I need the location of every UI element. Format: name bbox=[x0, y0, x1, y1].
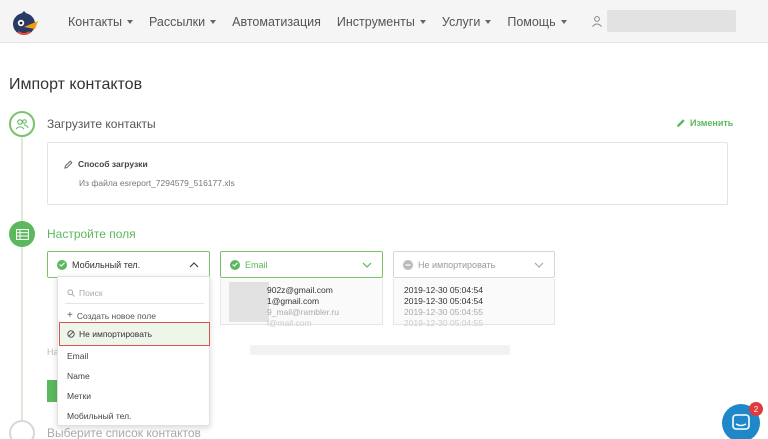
step-upload-icon bbox=[9, 111, 35, 137]
field-select-email-value: Email bbox=[245, 259, 268, 270]
top-navbar: Контакты Рассылки Автоматизация Инструме… bbox=[0, 0, 768, 43]
sample-value: 2019-12-30 05:04:55 bbox=[404, 307, 483, 317]
nav-services-label: Услуги bbox=[441, 14, 481, 29]
nav-contacts-label: Контакты bbox=[68, 14, 122, 29]
nav-campaigns-label: Рассылки bbox=[149, 14, 206, 29]
upload-method-title: Способ загрузки bbox=[64, 159, 148, 169]
upload-method-label: Способ загрузки bbox=[78, 159, 148, 169]
search-placeholder: Поиск bbox=[79, 287, 103, 298]
plus-icon: + bbox=[67, 310, 73, 321]
chevron-down-icon bbox=[485, 20, 492, 24]
chevron-down-icon bbox=[127, 20, 133, 24]
sample-value: 1@gmail.com bbox=[267, 296, 320, 306]
pencil-icon bbox=[64, 160, 73, 169]
logo-icon[interactable] bbox=[8, 7, 40, 37]
sample-value: 2019-12-30 05:04:54 bbox=[404, 285, 483, 295]
page-title: Импорт контактов bbox=[9, 76, 143, 93]
chat-unread-badge: 2 bbox=[749, 402, 763, 416]
sample-value: l@mail.com bbox=[267, 318, 312, 328]
field-select-skip-value: Не импортировать bbox=[418, 259, 496, 270]
chevron-up-icon bbox=[189, 262, 199, 268]
search-icon bbox=[67, 288, 75, 297]
nav-tools-label: Инструменты bbox=[336, 14, 415, 29]
sample-value: 902z@gmail.com bbox=[267, 285, 333, 295]
nav-automation[interactable]: Автоматизация bbox=[232, 15, 321, 29]
step-list-label: Выберите список контактов bbox=[47, 426, 201, 439]
sample-value: 2019-12-30 05:04:54 bbox=[404, 296, 483, 306]
block-icon bbox=[67, 330, 75, 338]
sample-value: 2019-12-30 05:04:55 bbox=[404, 318, 483, 328]
field-select-mobile-value: Мобильный тел. bbox=[72, 259, 141, 270]
no-import-label: Не импортировать bbox=[79, 329, 153, 339]
edit-upload-button[interactable]: Изменить bbox=[676, 118, 733, 128]
pencil-icon bbox=[677, 119, 685, 127]
faded-background-row bbox=[250, 345, 510, 355]
nav-automation-label: Автоматизация bbox=[232, 14, 321, 29]
upload-file-name: Из файла esreport_7294579_516177.xls bbox=[79, 178, 235, 188]
edit-upload-label: Изменить bbox=[690, 118, 734, 128]
field-select-mobile[interactable]: Мобильный тел. bbox=[47, 251, 210, 278]
chevron-down-icon bbox=[534, 262, 544, 268]
dropdown-option[interactable]: Email bbox=[67, 351, 88, 361]
masked-sample-area bbox=[229, 282, 269, 322]
chevron-down-icon bbox=[419, 20, 426, 24]
upload-summary-card: Способ загрузки Из файла esreport_729457… bbox=[47, 142, 728, 205]
create-field-label: Создать новое поле bbox=[76, 310, 156, 321]
step-fields-label: Настройте поля bbox=[47, 227, 136, 241]
sample-column-skip: 2019-12-30 05:04:54 2019-12-30 05:04:54 … bbox=[393, 279, 555, 328]
chevron-down-icon bbox=[560, 20, 567, 24]
step-upload-label: Загрузите контакты bbox=[47, 117, 156, 131]
table-icon bbox=[15, 228, 29, 240]
field-select-skip[interactable]: Не импортировать bbox=[393, 251, 555, 278]
create-field-option[interactable]: + Создать новое поле bbox=[67, 310, 156, 321]
nav-contacts[interactable]: Контакты bbox=[68, 15, 133, 29]
step-fields-icon bbox=[9, 221, 35, 247]
dropdown-search-input[interactable]: Поиск bbox=[65, 282, 204, 304]
dropdown-option[interactable]: Метки bbox=[67, 391, 91, 401]
sample-value: 9_mail@rambler.ru bbox=[267, 307, 339, 317]
account-name-box[interactable] bbox=[607, 10, 736, 32]
no-import-option[interactable]: Не импортировать bbox=[59, 322, 210, 346]
chevron-down-icon bbox=[362, 262, 372, 268]
nav-campaigns[interactable]: Рассылки bbox=[149, 14, 217, 29]
dropdown-option[interactable]: Мобильный тел. bbox=[67, 411, 131, 421]
nav-help[interactable]: Помощь bbox=[507, 14, 567, 29]
steps-timeline bbox=[21, 136, 23, 439]
dropdown-option[interactable]: Name bbox=[67, 371, 90, 381]
step-list-icon bbox=[9, 420, 35, 439]
main-nav: Контакты Рассылки Автоматизация Инструме… bbox=[68, 0, 567, 43]
users-icon bbox=[15, 119, 29, 130]
user-icon[interactable] bbox=[591, 15, 603, 27]
field-select-email[interactable]: Email bbox=[220, 251, 383, 278]
skip-circle-icon bbox=[403, 259, 413, 270]
nav-help-label: Помощь bbox=[507, 14, 556, 29]
chevron-down-icon bbox=[210, 20, 217, 24]
check-circle-icon bbox=[230, 259, 240, 270]
nav-tools[interactable]: Инструменты bbox=[337, 15, 426, 29]
nav-services[interactable]: Услуги bbox=[441, 14, 492, 29]
field-dropdown-menu: Поиск + Создать новое поле Не импортиров… bbox=[57, 276, 210, 426]
sample-column-email: 902z@gmail.com 1@gmail.com 9_mail@ramble… bbox=[220, 279, 383, 328]
check-circle-icon bbox=[57, 259, 67, 270]
